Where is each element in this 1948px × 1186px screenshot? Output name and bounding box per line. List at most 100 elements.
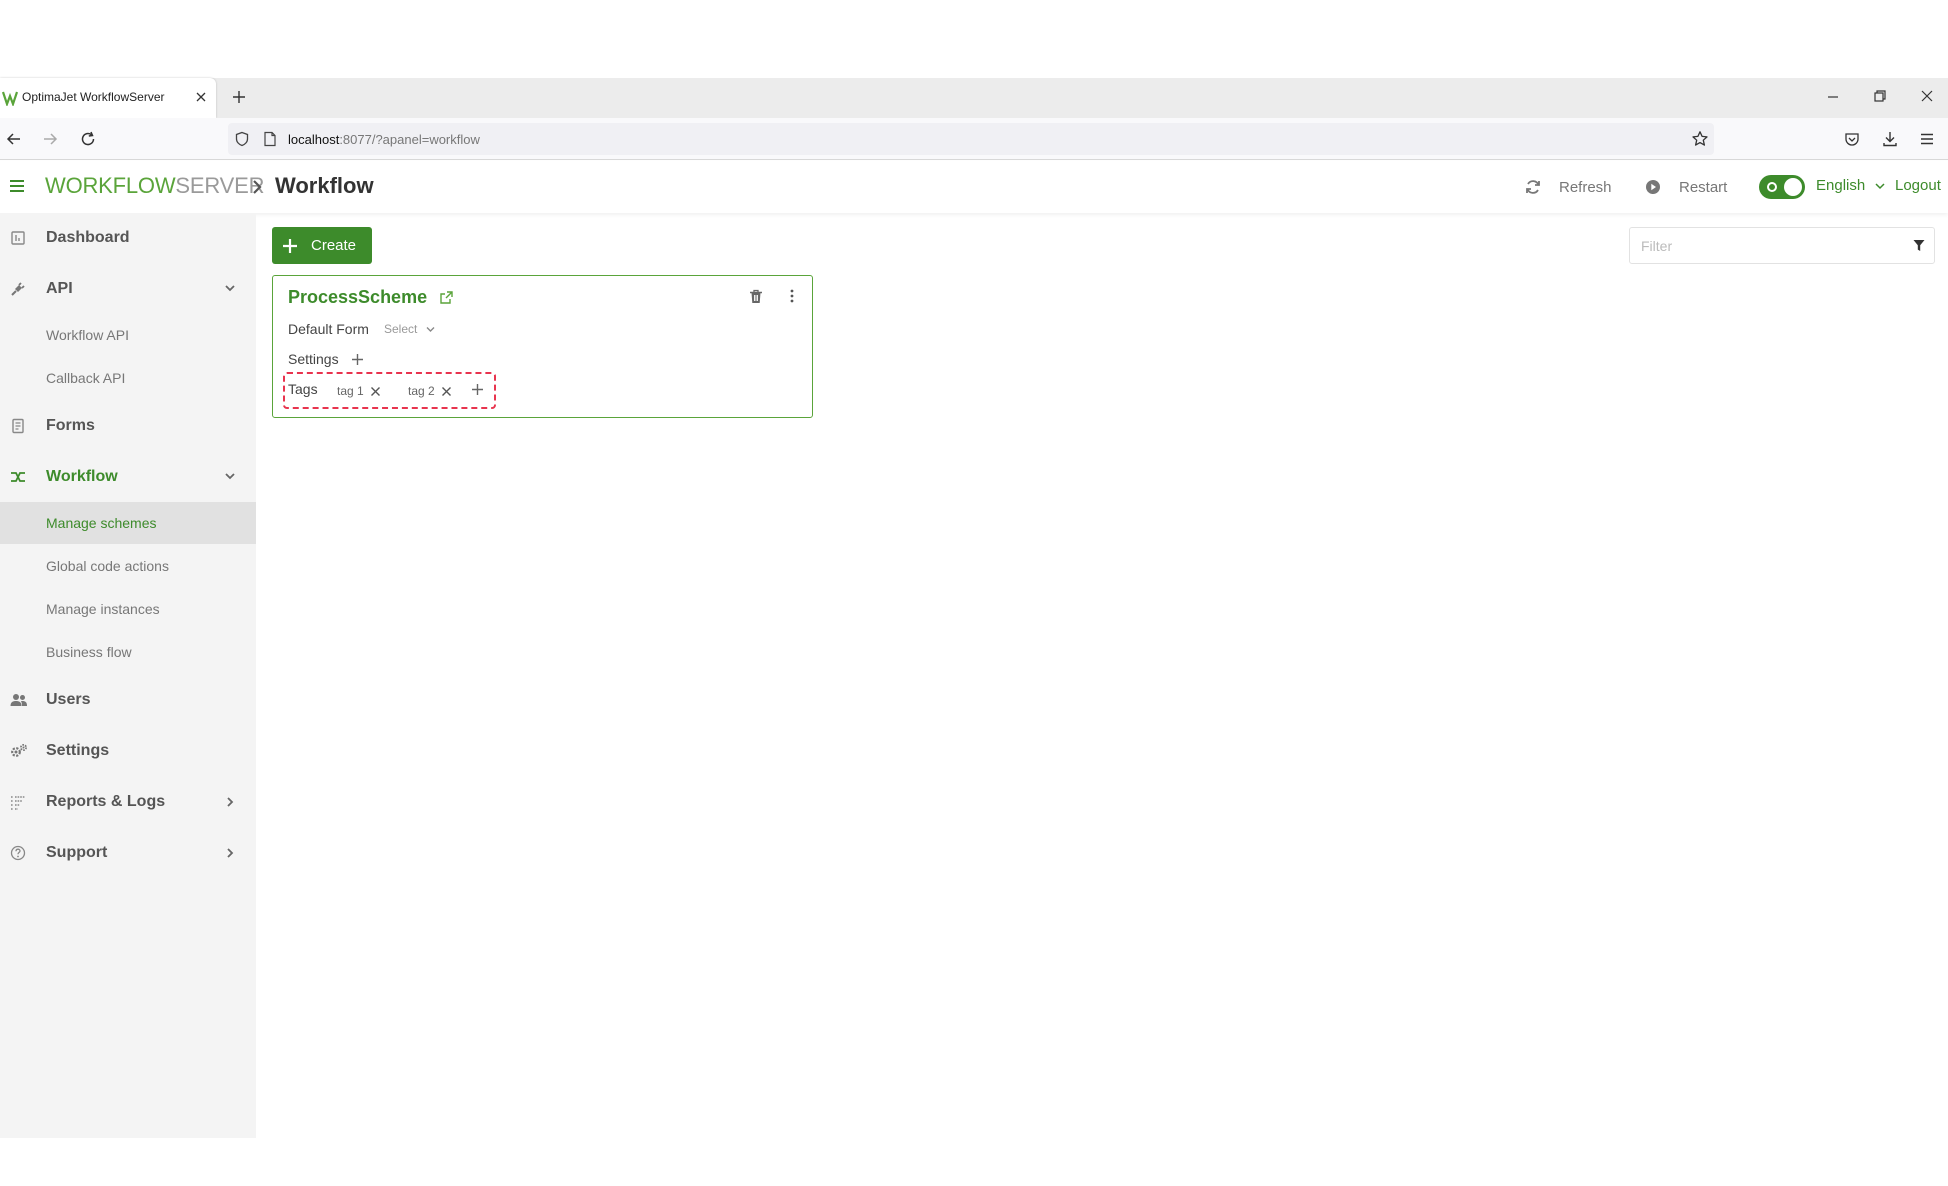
hamburger-menu-icon[interactable] <box>9 179 25 193</box>
bookmark-star-icon[interactable] <box>1691 130 1709 148</box>
workflow-logo-icon <box>2 90 18 106</box>
sidebar-item-workflow-api[interactable]: Workflow API <box>0 314 256 356</box>
window-minimize-icon[interactable] <box>1826 90 1840 104</box>
tag-chip[interactable]: tag 2 <box>408 382 452 400</box>
page-title: Workflow <box>275 173 374 198</box>
chevron-down-icon <box>224 283 236 293</box>
brand-logo[interactable]: WORKFLOWSERVER <box>45 173 264 199</box>
help-circle-icon <box>10 845 26 861</box>
sidebar-item-global-code-actions[interactable]: Global code actions <box>0 545 256 587</box>
scheme-card: ProcessScheme Default Form Select Settin… <box>272 275 813 418</box>
toggle-knob <box>1784 178 1802 196</box>
brand-part-1: WORKFLOW <box>45 173 176 198</box>
trash-icon[interactable] <box>749 289 763 304</box>
url-path: :8077/?apanel=workflow <box>339 132 480 147</box>
sidebar-item-forms[interactable]: Forms <box>0 408 256 444</box>
default-form-label: Default Form <box>288 321 369 337</box>
tag-label: tag 2 <box>408 384 435 398</box>
sidebar-item-workflow[interactable]: Workflow <box>0 459 256 495</box>
forward-arrow-icon[interactable] <box>42 131 58 147</box>
theme-toggle[interactable] <box>1759 175 1805 199</box>
sidebar-sub-label: Business flow <box>46 644 132 660</box>
url-host: localhost <box>288 132 340 147</box>
tab-title: OptimaJet WorkflowServer <box>22 90 165 104</box>
window-close-icon[interactable] <box>1920 89 1934 103</box>
new-tab-icon[interactable] <box>230 88 248 106</box>
sidebar-item-api[interactable]: API <box>0 271 256 307</box>
tag-chip[interactable]: tag 1 <box>337 382 381 400</box>
restart-label: Restart <box>1679 178 1728 196</box>
tab-close-icon[interactable] <box>194 90 208 104</box>
reload-icon[interactable] <box>79 130 97 148</box>
refresh-icon <box>1526 180 1540 194</box>
play-circle-icon <box>1646 180 1660 194</box>
gears-icon <box>10 743 28 759</box>
sidebar-item-business-flow[interactable]: Business flow <box>0 631 256 673</box>
form-select-value: Select <box>384 322 418 336</box>
create-label: Create <box>311 237 357 254</box>
browser-toolbar: localhost:8077/?apanel=workflow <box>0 118 1948 160</box>
add-tag-plus-icon[interactable] <box>471 383 484 396</box>
url-text[interactable]: localhost:8077/?apanel=workflow <box>288 132 480 147</box>
add-setting-plus-icon[interactable] <box>351 353 364 366</box>
page-icon <box>263 131 277 147</box>
form-icon <box>10 418 26 434</box>
chevron-down-icon <box>426 326 435 332</box>
filter-input[interactable] <box>1630 228 1900 263</box>
plus-icon <box>283 238 297 253</box>
settings-label: Settings <box>288 351 339 367</box>
shield-icon[interactable] <box>234 131 250 147</box>
sidebar-item-label: Forms <box>46 417 95 434</box>
chevron-down-icon <box>1875 182 1885 189</box>
pocket-icon[interactable] <box>1844 131 1860 147</box>
restart-button[interactable]: Restart <box>1645 175 1727 199</box>
sidebar-item-label: Dashboard <box>46 229 130 246</box>
filter-funnel-icon[interactable] <box>1913 239 1925 252</box>
scheme-name-link[interactable]: ProcessScheme <box>288 287 427 308</box>
more-vertical-icon[interactable] <box>789 289 795 303</box>
sidebar-sub-label: Manage schemes <box>46 515 157 531</box>
download-icon[interactable] <box>1881 130 1899 148</box>
chevron-down-icon <box>224 471 236 481</box>
create-button[interactable]: Create <box>272 227 372 264</box>
sidebar-sub-label: Manage instances <box>46 601 160 617</box>
remove-tag-icon[interactable] <box>441 386 452 397</box>
filter-box <box>1629 227 1935 264</box>
sidebar-item-settings[interactable]: Settings <box>0 733 256 769</box>
address-bar[interactable]: localhost:8077/?apanel=workflow <box>228 123 1714 155</box>
browser-menu-icon[interactable] <box>1919 131 1935 147</box>
remove-tag-icon[interactable] <box>370 386 381 397</box>
sidebar-sub-label: Global code actions <box>46 558 169 574</box>
sidebar-item-manage-instances[interactable]: Manage instances <box>0 588 256 630</box>
chevron-right-icon <box>224 847 236 859</box>
language-label: English <box>1816 177 1866 194</box>
app-header: WORKFLOWSERVER Workflow Refresh Restart … <box>0 161 1948 213</box>
sidebar-item-label: Settings <box>46 742 110 759</box>
logout-link[interactable]: Logout <box>1895 177 1941 194</box>
report-grid-icon <box>10 794 26 810</box>
sidebar-item-support[interactable]: Support <box>0 835 256 871</box>
sidebar-item-users[interactable]: Users <box>0 682 256 718</box>
default-form-select[interactable]: Select <box>384 322 435 336</box>
sidebar-sub-label: Workflow API <box>46 327 129 343</box>
plug-icon <box>10 281 26 297</box>
sidebar-item-callback-api[interactable]: Callback API <box>0 357 256 399</box>
sidebar-sub-label: Callback API <box>46 370 126 386</box>
back-arrow-icon[interactable] <box>6 131 22 147</box>
sidebar-item-manage-schemes[interactable]: Manage schemes <box>0 502 256 544</box>
refresh-button[interactable]: Refresh <box>1525 175 1612 199</box>
external-link-icon[interactable] <box>439 290 454 305</box>
workflow-icon <box>10 469 26 485</box>
users-icon <box>10 692 28 708</box>
sidebar-item-dashboard[interactable]: Dashboard <box>0 220 256 256</box>
browser-tab[interactable]: OptimaJet WorkflowServer <box>0 78 216 118</box>
sidebar-item-label: Support <box>46 844 108 861</box>
breadcrumb-chevron-icon <box>251 179 263 195</box>
sidebar-item-reports-logs[interactable]: Reports & Logs <box>0 784 256 820</box>
sidebar: Dashboard API Workflow API Callback API … <box>0 213 256 1138</box>
language-select[interactable]: English <box>1816 177 1885 194</box>
window-restore-icon[interactable] <box>1873 89 1887 103</box>
tags-label: Tags <box>288 381 318 397</box>
chevron-right-icon <box>224 796 236 808</box>
dashboard-icon <box>10 230 26 246</box>
